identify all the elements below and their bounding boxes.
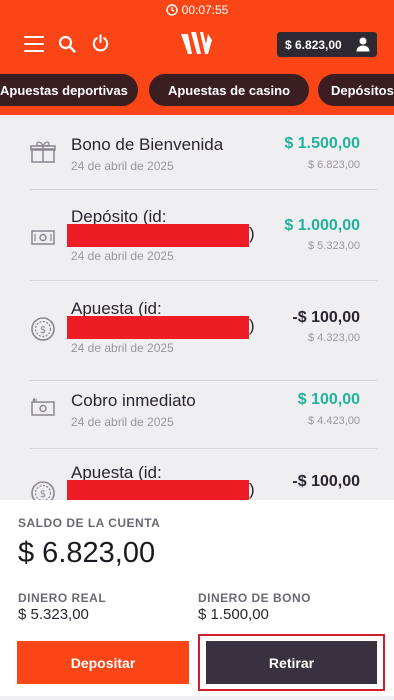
list-item[interactable]: $ Apuesta (id: ) 24 de abril de 2025 -$ … [30, 299, 377, 381]
transaction-title-end: ) [249, 316, 255, 335]
transaction-date: 24 de abril de 2025 [71, 159, 174, 173]
list-item[interactable]: $ Apuesta (id: ) -$ 100,00 [30, 463, 377, 500]
transaction-title: Bono de Bienvenida [71, 135, 224, 154]
real-money-label: DINERO REAL [18, 591, 107, 605]
tab-apuestas-casino[interactable]: Apuestas de casino [149, 74, 309, 106]
transaction-amount: $ 100,00 [297, 391, 360, 408]
transaction-amount: $ 1.500,00 [284, 135, 360, 152]
transaction-title-end: ) [249, 480, 255, 499]
header-balance: $ 6.823,00 [285, 37, 342, 52]
transaction-amount: $ 1.000,00 [284, 217, 360, 234]
gift-icon [30, 141, 56, 163]
transaction-amount: -$ 100,00 [292, 309, 360, 326]
coin-icon: $ [31, 317, 55, 341]
bonus-money-value: $ 1.500,00 [198, 606, 269, 623]
clock-icon [165, 4, 178, 16]
power-icon[interactable] [91, 34, 110, 53]
account-balance: $ 6.823,00 [18, 537, 156, 569]
header-balance-button[interactable]: $ 6.823,00 [277, 32, 377, 57]
account-balance-label: SALDO DE LA CUENTA [18, 516, 161, 530]
bottom-edge [0, 696, 394, 700]
withdraw-button[interactable]: Retirar [206, 641, 377, 684]
menu-icon[interactable] [24, 36, 44, 52]
tab-apuestas-deportivas[interactable]: Apuestas deportivas [0, 74, 138, 106]
coin-icon: $ [31, 481, 55, 500]
status-bar: 00:07:55 [0, 2, 394, 18]
transaction-balance: $ 5.323,00 [308, 240, 360, 252]
search-icon[interactable] [58, 35, 76, 53]
bonus-money-label: DINERO DE BONO [198, 591, 312, 605]
category-tabs: Apuestas deportivas Apuestas de casino D… [0, 74, 394, 108]
cash-in-icon [31, 230, 55, 245]
redaction-bar [67, 316, 249, 339]
list-item[interactable]: Cobro inmediato 24 de abril de 2025 $ 10… [30, 391, 377, 449]
transaction-list[interactable]: Bono de Bienvenida 24 de abril de 2025 $… [0, 115, 394, 500]
svg-text:$: $ [40, 489, 46, 500]
transaction-balance: $ 4.423,00 [308, 415, 360, 427]
transaction-date: 24 de abril de 2025 [71, 341, 174, 355]
real-money-value: $ 5.323,00 [18, 606, 89, 623]
svg-text:$: $ [40, 325, 46, 336]
list-item[interactable]: Bono de Bienvenida 24 de abril de 2025 $… [30, 135, 377, 190]
transaction-title-end: ) [249, 224, 255, 243]
tab-depositos[interactable]: Depósitos [318, 74, 394, 106]
redaction-bar [67, 224, 249, 247]
transaction-amount: -$ 100,00 [292, 473, 360, 490]
cash-out-icon [31, 397, 55, 416]
transaction-date: 24 de abril de 2025 [71, 415, 174, 429]
transaction-date: 24 de abril de 2025 [71, 249, 174, 263]
deposit-button[interactable]: Depositar [17, 641, 189, 684]
redaction-bar [67, 480, 249, 500]
app-header: 00:07:55 $ 6.823,00 Apuestas deportivas … [0, 0, 394, 115]
user-icon [356, 37, 370, 52]
status-time: 00:07:55 [181, 3, 229, 17]
brand-logo[interactable] [179, 30, 215, 56]
list-item[interactable]: Depósito (id: ) 24 de abril de 2025 $ 1.… [30, 207, 377, 281]
transaction-balance: $ 6.823,00 [308, 159, 360, 171]
transaction-balance: $ 4.323,00 [308, 332, 360, 344]
transaction-title: Cobro inmediato [71, 391, 196, 410]
